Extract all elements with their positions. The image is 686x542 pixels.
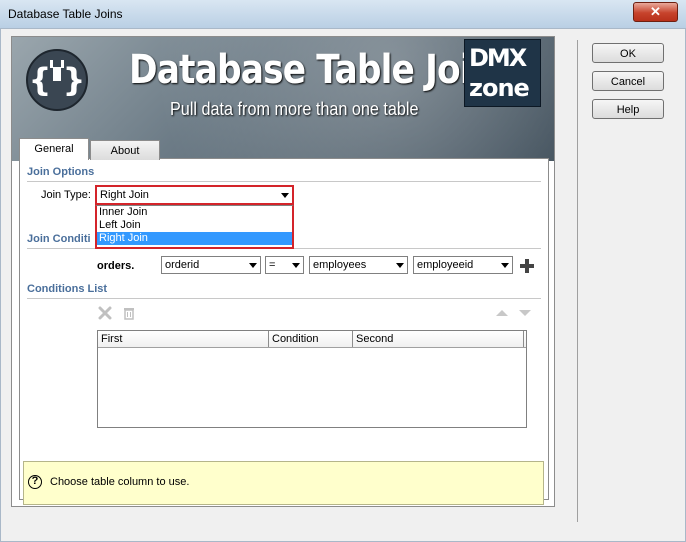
right-table-select[interactable]: employees xyxy=(309,256,408,274)
column-header-first[interactable]: First xyxy=(98,331,269,347)
x-icon[interactable] xyxy=(98,306,112,320)
option-left-join[interactable]: Left Join xyxy=(97,219,292,232)
option-inner-join[interactable]: Inner Join xyxy=(97,206,292,219)
option-right-join[interactable]: Right Join xyxy=(97,232,292,245)
divider xyxy=(27,181,541,182)
left-column-value: orderid xyxy=(165,259,200,271)
main-panel: { } Database Table Joins Pull data from … xyxy=(11,36,555,507)
ok-button[interactable]: OK xyxy=(592,43,664,63)
column-header-second[interactable]: Second xyxy=(353,331,524,347)
table-name-label: orders. xyxy=(97,260,135,272)
chevron-down-icon xyxy=(292,263,300,268)
hint-box: ? Choose table column to use. xyxy=(23,461,544,505)
arrow-down-icon[interactable] xyxy=(518,306,532,320)
logo-braces: { } xyxy=(29,61,86,99)
plug-logo-icon: { } xyxy=(26,49,88,111)
cancel-button[interactable]: Cancel xyxy=(592,71,664,91)
brand-bottom-text: zone xyxy=(469,74,530,102)
column-header-condition[interactable]: Condition xyxy=(269,331,353,347)
divider xyxy=(27,298,541,299)
banner-subtitle: Pull data from more than one table xyxy=(170,99,419,119)
left-column-select[interactable]: orderid xyxy=(161,256,261,274)
vertical-separator xyxy=(577,40,578,522)
chevron-down-icon xyxy=(501,263,509,268)
join-condition-heading: Join Conditi xyxy=(27,233,91,245)
banner-title: Database Table Joins xyxy=(129,47,515,93)
trash-icon[interactable] xyxy=(122,306,136,320)
join-options-heading: Join Options xyxy=(27,166,95,178)
chevron-down-icon xyxy=(249,263,257,268)
right-column-select[interactable]: employeeid xyxy=(413,256,513,274)
window-title: Database Table Joins xyxy=(8,7,123,21)
arrow-up-icon[interactable] xyxy=(495,306,509,320)
tab-content-general: Join Options Join Type: Right Join Inner… xyxy=(19,158,549,505)
help-button[interactable]: Help xyxy=(592,99,664,119)
brand-top-text: DMX xyxy=(469,44,527,72)
operator-value: = xyxy=(269,259,276,271)
join-type-label: Join Type: xyxy=(41,189,91,201)
right-column-value: employeeid xyxy=(417,259,474,271)
plus-icon[interactable] xyxy=(520,259,534,273)
right-table-value: employees xyxy=(313,259,367,271)
chevron-down-icon xyxy=(396,263,404,268)
chevron-down-icon xyxy=(281,193,289,198)
join-type-dropdown-list: Inner Join Left Join Right Join xyxy=(95,205,294,249)
question-icon: ? xyxy=(28,475,42,489)
join-type-select[interactable]: Right Join xyxy=(95,185,294,205)
operator-select[interactable]: = xyxy=(265,256,304,274)
title-bar: Database Table Joins ✕ xyxy=(0,0,686,29)
conditions-list-heading: Conditions List xyxy=(27,283,108,295)
table-header: First Condition Second xyxy=(98,331,526,348)
join-type-value: Right Join xyxy=(100,189,149,201)
tab-general[interactable]: General xyxy=(19,138,89,160)
close-button[interactable]: ✕ xyxy=(633,2,678,22)
hint-text: Choose table column to use. xyxy=(50,476,190,488)
tab-about[interactable]: About xyxy=(90,140,160,160)
conditions-table[interactable]: First Condition Second xyxy=(97,330,527,428)
dmxzone-logo: DMX zone xyxy=(464,39,541,107)
